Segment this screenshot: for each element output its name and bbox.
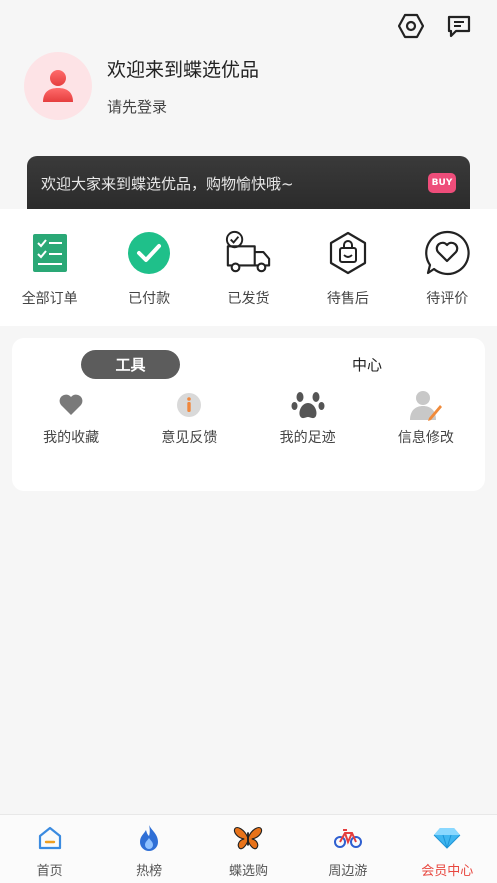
order-label: 待售后: [326, 291, 369, 307]
home-icon: [35, 823, 65, 853]
check-circle-icon: [125, 229, 173, 277]
heart-chat-icon: [423, 229, 471, 277]
info-icon: [172, 388, 206, 422]
buy-badge-text: BUY: [431, 178, 453, 188]
tool-label: 信息修改: [397, 430, 454, 446]
after-sale-bag-icon: [324, 229, 372, 277]
tabbar-label: 首页: [36, 864, 63, 879]
tool-label: 我的足迹: [279, 430, 336, 446]
heart-icon: [54, 388, 88, 422]
paw-icon: [291, 388, 325, 422]
tabbar-home[interactable]: 首页: [10, 823, 90, 883]
bottom-tabbar: 首页 热榜 蝶选购 周边游 会员中心: [0, 814, 497, 883]
tabbar-label: 蝶选购: [228, 864, 268, 879]
tabbar-hot[interactable]: 热榜: [109, 823, 189, 883]
settings-hex-icon[interactable]: [397, 12, 425, 40]
order-label: 全部订单: [21, 291, 78, 307]
order-label: 已发货: [227, 291, 270, 307]
order-label: 已付款: [128, 291, 171, 307]
order-status-row: 全部订单 已付款 已发货 待售后 待评价: [0, 209, 497, 326]
tabbar-butterfly-shop[interactable]: 蝶选购: [208, 823, 288, 883]
user-icon: [43, 70, 73, 102]
tabbar-label: 热榜: [136, 864, 163, 879]
tool-favorites[interactable]: 我的收藏: [21, 388, 121, 447]
tools-row: 我的收藏 意见反馈 我的足迹 信息修改: [12, 388, 485, 447]
tool-label: 意见反馈: [161, 430, 218, 446]
message-icon[interactable]: [445, 12, 473, 40]
order-shipped[interactable]: 已发货: [203, 229, 293, 308]
order-to-review[interactable]: 待评价: [402, 229, 492, 308]
header-actions: [397, 12, 473, 40]
banner-text: 欢迎大家来到蝶选优品，购物愉快哦~: [41, 174, 294, 193]
order-label: 待评价: [426, 291, 469, 307]
order-all[interactable]: 全部订单: [5, 229, 95, 308]
profile-header[interactable]: 欢迎来到蝶选优品 请先登录: [24, 52, 259, 120]
tabbar-member-center[interactable]: 会员中心: [407, 823, 487, 883]
tabbar-label: 周边游: [328, 864, 368, 879]
order-paid[interactable]: 已付款: [104, 229, 194, 308]
tools-tabs: 工具 中心: [12, 350, 485, 380]
buy-badge-icon: BUY: [428, 173, 456, 193]
tabbar-nearby-travel[interactable]: 周边游: [308, 823, 388, 883]
order-after-sale[interactable]: 待售后: [303, 229, 393, 308]
welcome-title: 欢迎来到蝶选优品: [107, 59, 260, 81]
user-edit-icon: [409, 388, 443, 422]
checklist-icon: [26, 229, 74, 277]
tab-center[interactable]: 中心: [342, 350, 392, 379]
tool-footprints[interactable]: 我的足迹: [258, 388, 358, 447]
avatar[interactable]: [24, 52, 92, 120]
tab-tools[interactable]: 工具: [81, 350, 180, 379]
tool-feedback[interactable]: 意见反馈: [139, 388, 239, 447]
tool-label: 我的收藏: [43, 430, 100, 446]
bicycle-icon: [333, 823, 363, 853]
login-prompt[interactable]: 请先登录: [107, 96, 259, 117]
tabbar-label: 会员中心: [421, 864, 474, 879]
welcome-banner: 欢迎大家来到蝶选优品，购物愉快哦~ BUY: [27, 156, 470, 210]
tool-edit-info[interactable]: 信息修改: [376, 388, 476, 447]
butterfly-icon: [233, 823, 263, 853]
diamond-icon: [432, 823, 462, 853]
flame-icon: [134, 823, 164, 853]
tools-card: 工具 中心 我的收藏 意见反馈 我的足迹 信息修改: [12, 338, 485, 491]
delivery-truck-icon: [224, 229, 272, 277]
